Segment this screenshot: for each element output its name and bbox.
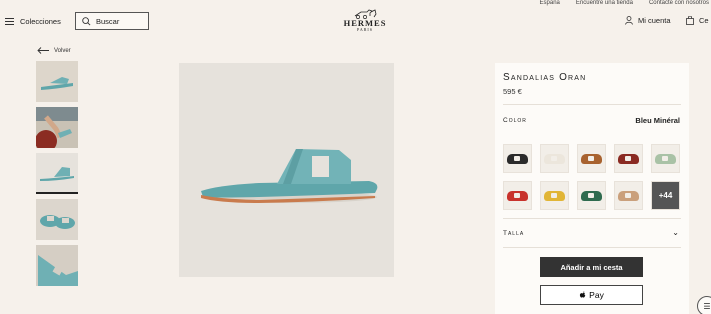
thumbnail-sandal-worn[interactable] xyxy=(36,107,78,148)
hamburger-icon xyxy=(5,18,14,25)
utility-link-country[interactable]: España xyxy=(540,0,560,8)
search-input[interactable]: Buscar xyxy=(75,12,149,30)
thumbnail-sandal-detail[interactable] xyxy=(36,245,78,286)
header: Colecciones Buscar HERMES PARIS Mi cuent… xyxy=(0,8,711,38)
sandal-swatch-icon xyxy=(655,153,676,164)
collections-label: Colecciones xyxy=(20,17,61,26)
account-button[interactable]: Mi cuenta xyxy=(625,16,671,25)
search-icon xyxy=(82,16,91,25)
sandal-swatch-icon xyxy=(507,190,528,201)
utility-bar: España Encuentre una tienda Contacte con… xyxy=(540,0,711,8)
product-price: 595 € xyxy=(503,87,522,96)
sandal-image xyxy=(36,199,78,240)
utility-link-contact[interactable]: Contacte con nosotros xyxy=(649,0,709,8)
color-label: Color xyxy=(503,117,527,124)
logo-wordmark: HERMES xyxy=(343,18,387,28)
color-swatch[interactable] xyxy=(577,144,606,173)
more-colors-button[interactable]: +44 xyxy=(651,181,680,210)
divider xyxy=(503,104,681,105)
color-swatch[interactable] xyxy=(503,181,532,210)
add-to-cart-button[interactable]: Añadir a mi cesta xyxy=(540,257,643,277)
color-swatch[interactable] xyxy=(651,144,680,173)
thumbnail-sandal-side[interactable] xyxy=(36,61,78,102)
color-value: Bleu Minéral xyxy=(635,116,680,125)
arrow-left-icon xyxy=(37,47,49,54)
sandal-image xyxy=(36,245,78,286)
divider xyxy=(503,247,681,248)
cart-button[interactable]: Ce xyxy=(686,16,709,25)
sandal-swatch-icon xyxy=(507,153,528,164)
thumbnail-list xyxy=(36,61,78,291)
product-title: Sandalias Oran xyxy=(503,72,587,83)
color-swatch[interactable] xyxy=(614,181,643,210)
color-swatch[interactable] xyxy=(540,181,569,210)
sandal-swatch-icon xyxy=(618,153,639,164)
sandal-swatch-icon xyxy=(581,190,602,201)
sandal-swatch-icon xyxy=(544,153,565,164)
color-swatch[interactable] xyxy=(577,181,606,210)
model-image xyxy=(36,107,78,148)
chat-button[interactable]: ☰ xyxy=(697,296,711,314)
sandal-swatch-icon xyxy=(618,190,639,201)
search-placeholder: Buscar xyxy=(96,16,120,26)
thumbnail-sandal-front[interactable] xyxy=(36,153,78,194)
sandal-swatch-icon xyxy=(581,153,602,164)
color-swatch-grid: +44 xyxy=(503,144,683,210)
thumbnail-sandal-pair[interactable] xyxy=(36,199,78,240)
oran-sandal-image xyxy=(179,63,394,277)
color-swatch[interactable] xyxy=(614,144,643,173)
account-label: Mi cuenta xyxy=(638,16,671,25)
chevron-down-icon[interactable]: ⌄ xyxy=(672,228,679,237)
pay-label: Pay xyxy=(589,290,604,300)
chat-icon: ☰ xyxy=(703,301,711,311)
color-swatch[interactable] xyxy=(540,144,569,173)
collections-menu-button[interactable]: Colecciones xyxy=(5,17,61,26)
bag-icon xyxy=(686,16,694,25)
sandal-image xyxy=(36,61,78,102)
sandal-image xyxy=(36,153,78,192)
back-link[interactable]: Volver xyxy=(37,47,71,54)
product-panel: Sandalias Oran 595 € Color Bleu Minéral … xyxy=(495,63,689,314)
utility-link-stores[interactable]: Encuentre una tienda xyxy=(576,0,633,8)
apple-pay-button[interactable]: Pay xyxy=(540,285,643,305)
user-icon xyxy=(625,16,633,25)
divider xyxy=(503,218,681,219)
cart-label: Ce xyxy=(699,16,709,25)
back-label: Volver xyxy=(54,47,71,54)
size-label[interactable]: Talla xyxy=(503,230,524,237)
sandal-swatch-icon xyxy=(544,190,565,201)
product-main-image[interactable] xyxy=(179,63,394,277)
apple-icon xyxy=(580,290,586,298)
hermes-logo[interactable]: HERMES PARIS xyxy=(340,8,390,36)
color-swatch[interactable] xyxy=(503,144,532,173)
page: España Encuentre una tienda Contacte con… xyxy=(0,0,711,314)
